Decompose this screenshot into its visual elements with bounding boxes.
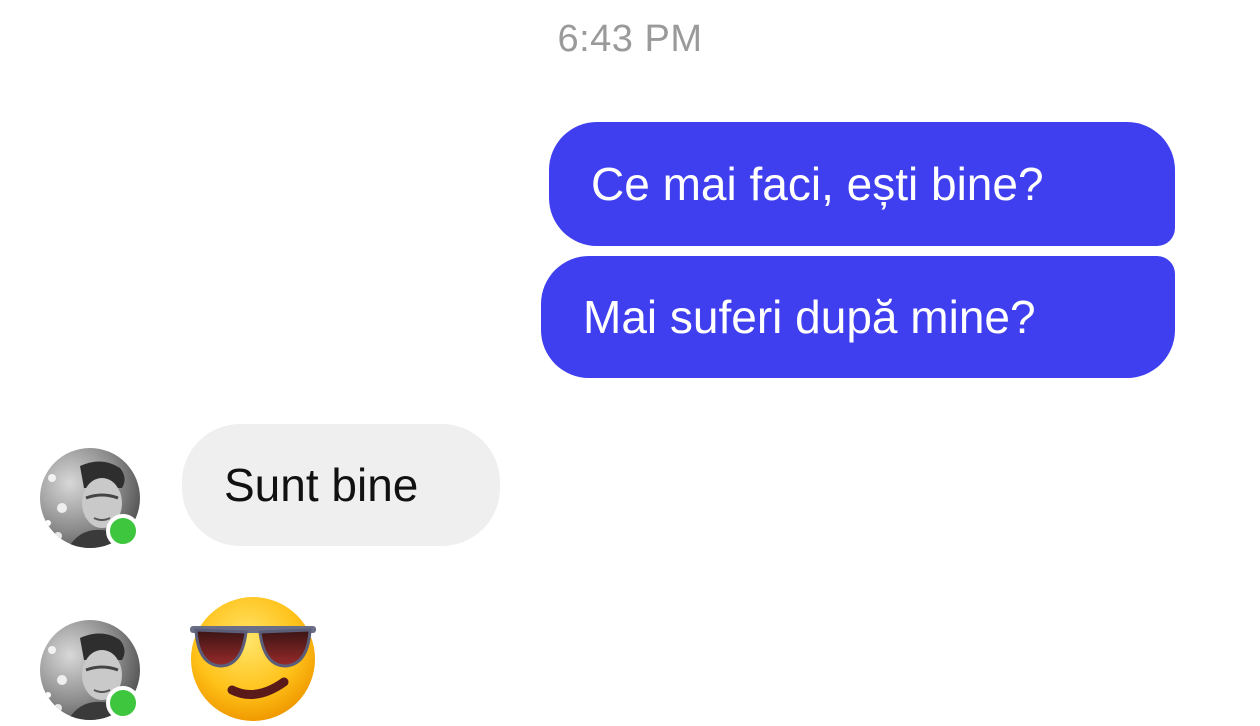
online-status-dot (106, 514, 140, 548)
online-status-dot (106, 686, 140, 720)
contact-avatar[interactable] (40, 620, 140, 720)
smiling-face-with-sunglasses-icon[interactable] (186, 592, 320, 726)
incoming-message-bubble[interactable]: Sunt bine (182, 424, 500, 546)
message-timestamp: 6:43 PM (557, 18, 703, 60)
contact-avatar[interactable] (40, 448, 140, 548)
outgoing-message-bubble[interactable]: Mai suferi după mine? (541, 256, 1175, 378)
outgoing-message-bubble[interactable]: Ce mai faci, ești bine? (549, 122, 1175, 246)
